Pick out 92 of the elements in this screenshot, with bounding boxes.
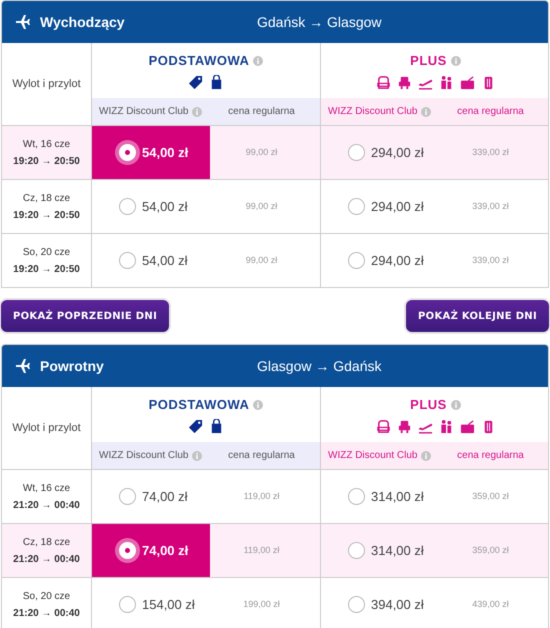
radio-button[interactable] [348, 488, 365, 505]
column-header: Wylot i przylot [12, 420, 81, 436]
fare-price: 74,00 zł [142, 542, 188, 560]
bag-icon [209, 418, 224, 434]
info-icon [253, 56, 264, 66]
regular-price: 99,00 zł [246, 200, 278, 213]
info-icon [421, 450, 432, 460]
flight-times: 21:20 → 00:40 [13, 552, 80, 566]
column-header: Wylot i przylot [12, 76, 81, 92]
flight-times: 19:20 → 20:50 [13, 154, 80, 168]
regular-price: 119,00 zł [244, 544, 280, 557]
column-header: WIZZ Discount Club [328, 449, 418, 463]
regular-price: 199,00 zł [243, 598, 280, 611]
regular-price: 99,00 zł [246, 146, 278, 159]
fare-tier-name: PODSTAWOWA [148, 52, 250, 70]
info-icon [421, 106, 432, 116]
info-icon [192, 450, 202, 460]
column-header: cena regularna [457, 449, 524, 463]
column-header: cena regularna [457, 105, 524, 119]
radio-button[interactable] [348, 252, 365, 269]
regular-price: 339,00 zł [472, 254, 509, 267]
fare-price: 294,00 zł [371, 198, 424, 216]
regular-price: 359,00 zł [472, 544, 509, 557]
radio-button[interactable] [348, 198, 365, 215]
radio-button[interactable] [348, 542, 365, 559]
tag-icon [188, 418, 203, 434]
info-icon [450, 400, 461, 410]
people-icon [438, 418, 454, 434]
flight-date: So, 20 cze [22, 246, 70, 260]
flight-date: Wt, 16 cze [22, 138, 70, 152]
route: Gdańsk → Glasgow [257, 12, 382, 32]
selected-fare-cell[interactable]: 54,00 zł [92, 126, 210, 179]
fare-price: 314,00 zł [371, 488, 424, 506]
tag-icon [188, 74, 203, 90]
fare-tier-name: PLUS [410, 52, 447, 70]
people-icon [438, 74, 454, 90]
seat-icon [376, 418, 390, 434]
fare-price: 154,00 zł [142, 596, 195, 614]
info-icon [192, 106, 202, 116]
flight-times: 19:20 → 20:50 [13, 208, 80, 222]
flight-date: Wt, 16 cze [22, 482, 70, 496]
suitcase-icon [460, 418, 474, 434]
suitcase-icon [460, 74, 474, 90]
radio-button[interactable] [119, 144, 136, 161]
radio-button[interactable] [119, 252, 136, 269]
route: Glasgow → Gdańsk [257, 356, 382, 376]
flight-date: Cz, 18 cze [22, 536, 70, 550]
fare-price: 54,00 zł [142, 144, 188, 162]
radio-button[interactable] [119, 198, 136, 215]
fare-price: 314,00 zł [371, 542, 424, 560]
column-header: WIZZ Discount Club [99, 105, 188, 119]
regular-price: 439,00 zł [472, 598, 509, 611]
flight-date: So, 20 cze [22, 590, 70, 604]
radio-button[interactable] [119, 488, 136, 505]
column-header: WIZZ Discount Club [328, 105, 418, 119]
radio-button[interactable] [348, 144, 365, 161]
nav-button[interactable]: POKAŻ KOLEJNE DNI [406, 300, 549, 332]
section-title: Wychodzący [40, 12, 125, 32]
bag-icon [209, 74, 224, 90]
armchair-icon [396, 74, 412, 90]
info-icon [450, 56, 461, 66]
fare-price: 74,00 zł [142, 488, 188, 506]
regular-price: 359,00 zł [472, 490, 509, 503]
plane-icon [14, 358, 31, 374]
info-icon [253, 400, 264, 410]
column-header: cena regularna [228, 105, 295, 119]
section-title: Powrotny [40, 356, 104, 376]
regular-price: 99,00 zł [246, 254, 278, 267]
radio-button[interactable] [119, 596, 136, 613]
fare-tier-name: PODSTAWOWA [148, 396, 250, 414]
flight-times: 21:20 → 00:40 [13, 498, 80, 512]
seat-icon [376, 74, 390, 90]
plane-icon [14, 14, 31, 30]
flight-times: 19:20 → 20:50 [13, 262, 80, 276]
fare-price: 394,00 zł [371, 596, 424, 614]
radio-button[interactable] [348, 596, 365, 613]
selected-fare-cell[interactable]: 74,00 zł [92, 524, 210, 577]
fare-price: 54,00 zł [142, 198, 188, 216]
nav-button[interactable]: POKAŻ POPRZEDNIE DNI [1, 300, 170, 332]
regular-price: 339,00 zł [472, 146, 509, 159]
fare-price: 294,00 zł [371, 144, 424, 162]
column-header: cena regularna [228, 449, 295, 463]
flight-date: Cz, 18 cze [22, 192, 70, 206]
column-header: WIZZ Discount Club [99, 449, 188, 463]
regular-price: 119,00 zł [244, 490, 280, 503]
regular-price: 339,00 zł [472, 200, 509, 213]
fare-price: 294,00 zł [371, 252, 424, 270]
radio-button[interactable] [119, 542, 136, 559]
flight-times: 21:20 → 00:40 [13, 606, 80, 620]
fare-price: 54,00 zł [142, 252, 188, 270]
armchair-icon [396, 418, 412, 434]
fare-tier-name: PLUS [410, 396, 447, 414]
